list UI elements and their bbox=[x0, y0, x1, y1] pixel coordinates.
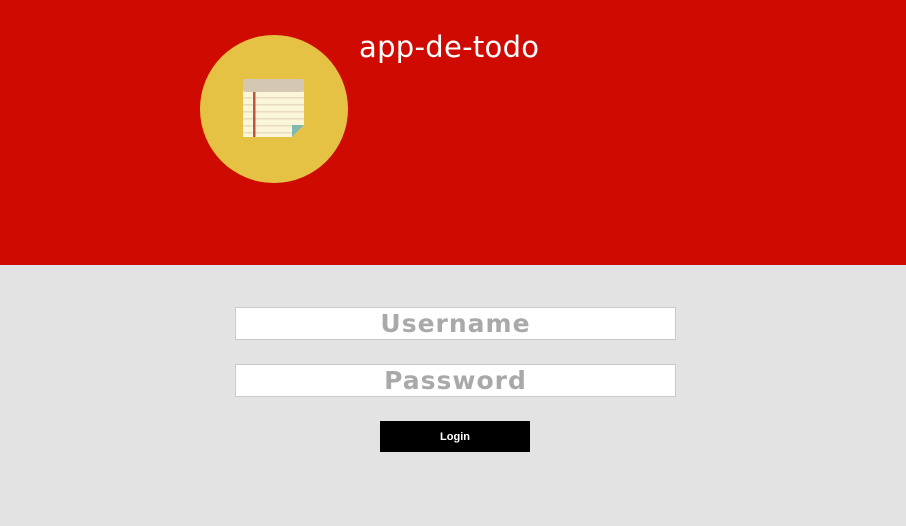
password-input[interactable] bbox=[235, 364, 676, 397]
app-logo bbox=[200, 35, 348, 183]
username-input[interactable] bbox=[235, 307, 676, 340]
notepad-icon bbox=[243, 79, 304, 137]
app-header: app-de-todo bbox=[0, 0, 906, 265]
login-button[interactable]: Login bbox=[380, 421, 530, 452]
app-title: app-de-todo bbox=[359, 30, 540, 64]
login-page: app-de-todo Login bbox=[0, 0, 906, 526]
login-form: Login bbox=[0, 265, 906, 526]
